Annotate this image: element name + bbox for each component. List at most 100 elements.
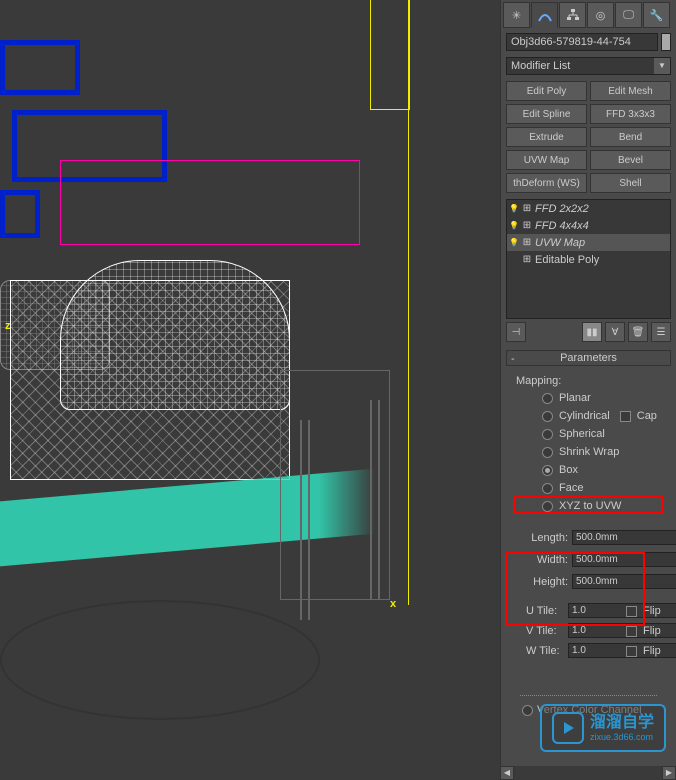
object-name-input[interactable]: [506, 33, 658, 51]
watermark-title: 溜溜自学: [590, 714, 654, 732]
modifier-stack[interactable]: 💡 ⊞ FFD 2x2x2 💡 ⊞ FFD 4x4x4 💡 ⊞ UVW Map …: [506, 199, 671, 319]
expand-icon[interactable]: ⊞: [522, 254, 532, 265]
wireframe-leg: [300, 420, 310, 620]
v-flip-checkbox[interactable]: [626, 626, 637, 637]
axis-x-label: x: [390, 598, 396, 610]
watermark: 溜溜自学 zixue.3d66.com: [540, 704, 666, 752]
mapping-shrink-wrap[interactable]: Shrink Wrap: [512, 443, 665, 461]
w-flip-checkbox[interactable]: [626, 646, 637, 657]
scroll-right-icon[interactable]: ▶: [662, 766, 676, 780]
v-tile-label: V Tile:: [526, 625, 564, 637]
radio-icon[interactable]: [542, 465, 553, 476]
mapping-cylindrical[interactable]: Cylindrical Cap: [512, 407, 665, 425]
radio-label: Cylindrical: [559, 410, 610, 422]
wireframe-frame: [0, 40, 80, 95]
expand-icon[interactable]: ⊞: [522, 237, 532, 248]
parameters-header-label: Parameters: [560, 352, 617, 364]
stack-item-editable-poly[interactable]: ⊞ Editable Poly: [507, 251, 670, 268]
stack-item-ffd-4x4x4[interactable]: 💡 ⊞ FFD 4x4x4: [507, 217, 670, 234]
create-tab-icon[interactable]: ✳: [503, 2, 530, 28]
command-panel: ✳ ◎ 🖵 🔧 Modifier List Edit Poly Edit Mes…: [500, 0, 676, 780]
height-row: Height: ▲▼: [512, 571, 665, 593]
axis-line: [408, 0, 409, 605]
length-label: Length:: [522, 532, 568, 544]
height-input[interactable]: [572, 574, 676, 589]
cap-checkbox[interactable]: [620, 411, 631, 422]
mod-btn-extrude[interactable]: Extrude: [506, 127, 587, 147]
mod-btn-edit-mesh[interactable]: Edit Mesh: [590, 81, 671, 101]
parameters-rollout-header[interactable]: - Parameters: [506, 350, 671, 366]
mod-btn-ffd-3x3x3[interactable]: FFD 3x3x3: [590, 104, 671, 124]
stack-item-uvw-map[interactable]: 💡 ⊞ UVW Map: [507, 234, 670, 251]
radio-icon[interactable]: [542, 393, 553, 404]
remove-modifier-icon[interactable]: 🗑: [628, 322, 648, 342]
expand-icon[interactable]: ⊞: [522, 203, 532, 214]
radio-label: Box: [559, 464, 578, 476]
radio-icon[interactable]: [542, 447, 553, 458]
watermark-icon: [552, 712, 584, 744]
watermark-url: zixue.3d66.com: [590, 732, 654, 742]
mod-btn-uvw-map[interactable]: UVW Map: [506, 150, 587, 170]
radio-icon[interactable]: [542, 483, 553, 494]
mapping-planar[interactable]: Planar: [512, 389, 665, 407]
mapping-xyz-to-uvw[interactable]: XYZ to UVW: [512, 497, 665, 515]
motion-tab-icon[interactable]: ◎: [587, 2, 614, 28]
object-color-swatch[interactable]: [661, 33, 671, 51]
radio-label: XYZ to UVW: [559, 500, 621, 512]
modifier-list-label: Modifier List: [511, 60, 570, 72]
length-input[interactable]: [572, 530, 676, 545]
mapping-label: Mapping:: [512, 373, 665, 389]
modifier-list-dropdown[interactable]: Modifier List: [506, 57, 671, 75]
width-row: Width: ▲▼: [512, 549, 665, 571]
make-unique-icon[interactable]: ∀: [605, 322, 625, 342]
mapping-face[interactable]: Face: [512, 479, 665, 497]
mod-btn-edit-poly[interactable]: Edit Poly: [506, 81, 587, 101]
radio-label: Shrink Wrap: [559, 446, 619, 458]
u-flip-checkbox[interactable]: [626, 606, 637, 617]
display-tab-icon[interactable]: 🖵: [615, 2, 642, 28]
show-end-result-icon[interactable]: ▮▮: [582, 322, 602, 342]
u-flip-label: Flip: [643, 605, 661, 617]
cap-label: Cap: [637, 410, 657, 422]
mod-btn-shell[interactable]: Shell: [590, 173, 671, 193]
stack-item-label: FFD 4x4x4: [535, 220, 589, 232]
mapping-spherical[interactable]: Spherical: [512, 425, 665, 443]
wireframe-leg: [370, 400, 380, 600]
axis-z-label: z: [5, 320, 11, 332]
u-tile-label: U Tile:: [526, 605, 564, 617]
wireframe-lamp: [370, 0, 410, 110]
mod-btn-edit-spline[interactable]: Edit Spline: [506, 104, 587, 124]
hierarchy-tab-icon[interactable]: [559, 2, 586, 28]
w-tile-label: W Tile:: [526, 645, 564, 657]
wireframe-rug: [0, 600, 320, 720]
v-flip-label: Flip: [643, 625, 661, 637]
bulb-icon[interactable]: 💡: [509, 204, 519, 214]
width-input[interactable]: [572, 552, 676, 567]
utilities-tab-icon[interactable]: 🔧: [643, 2, 670, 28]
radio-label: Face: [559, 482, 583, 494]
stack-item-label: UVW Map: [535, 237, 585, 249]
scroll-left-icon[interactable]: ◀: [500, 766, 514, 780]
stack-item-label: FFD 2x2x2: [535, 203, 589, 215]
stack-item-ffd-2x2x2[interactable]: 💡 ⊞ FFD 2x2x2: [507, 200, 670, 217]
height-label: Height:: [522, 576, 568, 588]
mod-btn-bend[interactable]: Bend: [590, 127, 671, 147]
bulb-icon[interactable]: 💡: [509, 238, 519, 248]
radio-icon[interactable]: [542, 501, 553, 512]
mod-btn-thdeform[interactable]: thDeform (WS): [506, 173, 587, 193]
bulb-icon[interactable]: 💡: [509, 221, 519, 231]
modify-tab-icon[interactable]: [531, 2, 558, 28]
radio-icon[interactable]: [542, 411, 553, 422]
panel-scrollbar[interactable]: ◀ ▶: [500, 766, 676, 780]
configure-sets-icon[interactable]: ☰: [651, 322, 671, 342]
vertex-color-radio[interactable]: [522, 705, 533, 716]
viewport[interactable]: x z: [0, 0, 500, 780]
expand-icon[interactable]: ⊞: [522, 220, 532, 231]
mod-btn-bevel[interactable]: Bevel: [590, 150, 671, 170]
radio-icon[interactable]: [542, 429, 553, 440]
radio-label: Planar: [559, 392, 591, 404]
mapping-box[interactable]: Box: [512, 461, 665, 479]
stack-item-label: Editable Poly: [535, 254, 599, 266]
pin-stack-icon[interactable]: ⊣: [506, 322, 526, 342]
radio-label: Spherical: [559, 428, 605, 440]
